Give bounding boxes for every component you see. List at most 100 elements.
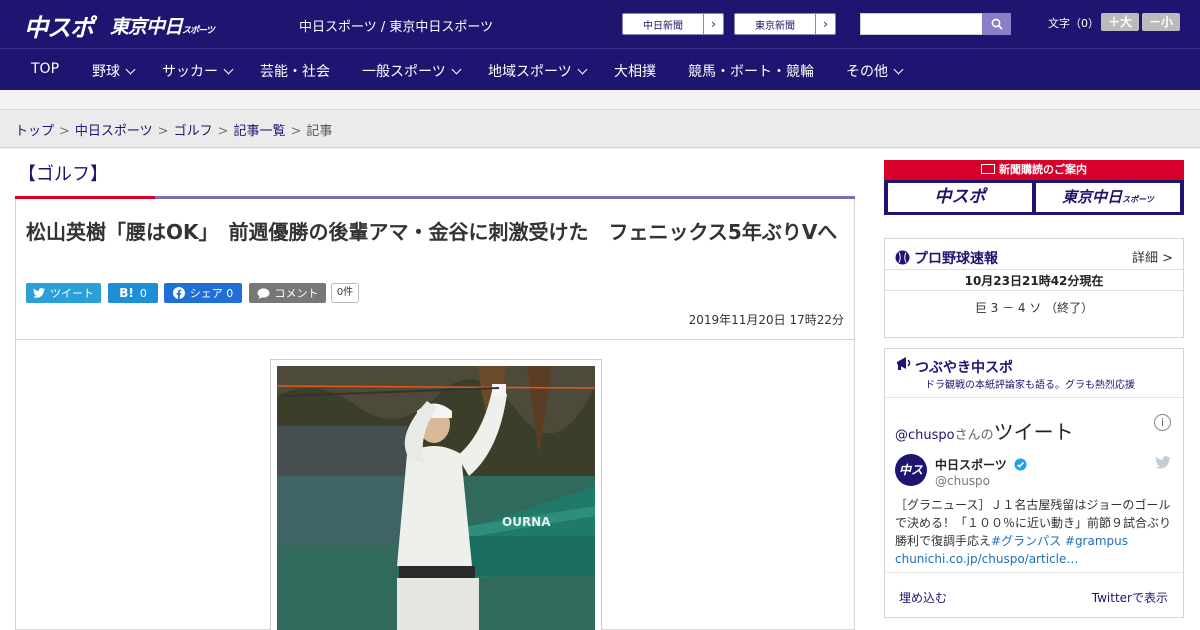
font-increase-button[interactable]: ＋大: [1101, 13, 1139, 31]
chevron-right-icon: ›: [703, 14, 723, 34]
nav-other[interactable]: その他: [846, 61, 904, 81]
breadcrumb-current: 記事: [306, 124, 333, 139]
subscribe-tokyo-main: 東京中日: [1062, 188, 1123, 206]
twitter-bird-icon: [33, 288, 45, 298]
tweet-button[interactable]: ツイート: [26, 283, 101, 303]
baseball-detail-link[interactable]: 詳細 >: [1132, 247, 1173, 266]
breadcrumb-article-list[interactable]: 記事一覧: [234, 124, 286, 139]
subscription-title: 新聞購読のご案内: [884, 160, 1184, 180]
breadcrumb-chuspo[interactable]: 中日スポーツ: [75, 124, 153, 139]
score-timestamp: 10月23日21時42分現在: [885, 269, 1183, 291]
tweet-link[interactable]: chunichi.co.jp/chuspo/article…: [895, 552, 1078, 566]
site-names: 中日スポーツ / 東京中日スポーツ: [299, 20, 494, 35]
nav-sumo[interactable]: 大相撲: [614, 61, 656, 81]
facebook-icon: [172, 287, 185, 299]
facebook-label: シェア: [189, 287, 223, 300]
breadcrumb-separator: >: [290, 124, 302, 139]
article-photo[interactable]: OP OURNA: [277, 366, 595, 630]
search-button[interactable]: [982, 13, 1011, 35]
comment-count: 0件: [331, 283, 359, 303]
tweet-account-name-text: 中日スポーツ: [935, 458, 1007, 472]
nav-label: 大相撲: [614, 64, 656, 80]
nav-soccer[interactable]: サッカー: [162, 61, 234, 81]
chevron-down-icon: [451, 64, 462, 75]
font-decrease-button[interactable]: －小: [1142, 13, 1180, 31]
tokyo-chunichi-logo[interactable]: 東京中日スポーツ: [110, 12, 215, 39]
tweet-account-id[interactable]: @chuspo: [935, 474, 990, 488]
tweets-card-title: つぶやき中スポ: [915, 360, 1013, 376]
font-size-label: 文字（0）: [1048, 17, 1099, 30]
timeline-footer: 埋め込む Twitterで表示: [885, 572, 1183, 617]
subscription-banner[interactable]: 新聞購読のご案内 中スポ 東京中日スポーツ: [884, 160, 1184, 215]
twitter-timeline: @chuspoさんのツイート i 中スポ 中日スポーツ @chuspo ［グラニ…: [885, 397, 1183, 574]
article-divider: [16, 339, 854, 340]
chunichi-shimbun-link[interactable]: 中日新聞 ›: [622, 13, 724, 35]
chevron-down-icon: [893, 64, 904, 75]
tokyo-logo-main: 東京中日: [110, 16, 183, 38]
subscribe-tokyo-chunichi-logo[interactable]: 東京中日スポーツ: [1036, 183, 1180, 212]
nav-local-sports[interactable]: 地域スポーツ: [488, 61, 588, 81]
twitter-bird-icon[interactable]: [1155, 456, 1171, 469]
search-input[interactable]: [860, 13, 983, 35]
megaphone-icon: [897, 357, 911, 370]
hatena-bookmark-button[interactable]: B! 0: [108, 283, 158, 303]
game-score[interactable]: 巨 3 － 4 ソ （終了）: [885, 299, 1183, 316]
comment-label: コメント: [274, 287, 319, 300]
nav-label: 芸能・社会: [260, 64, 330, 80]
facebook-count: 0: [226, 286, 234, 300]
subscribe-chuspo-logo[interactable]: 中スポ: [888, 183, 1032, 212]
tweet-text: ［グラニュース］Ｊ１名古屋残留はジョーのゴールで決める！「１００％に近い動き」前…: [895, 496, 1177, 568]
svg-text:OURNA: OURNA: [502, 515, 551, 529]
subscribe-tokyo-small: スポーツ: [1122, 195, 1154, 204]
comment-button[interactable]: コメント: [249, 283, 326, 303]
breadcrumb-separator: >: [157, 124, 169, 139]
facebook-share-button[interactable]: シェア 0: [164, 283, 242, 303]
nav-label: 野球: [92, 64, 120, 80]
nav-label: 競馬・ボート・競輪: [688, 64, 814, 80]
chevron-down-icon: [577, 64, 588, 75]
main-nav: TOP 野球 サッカー 芸能・社会 一般スポーツ 地域スポーツ 大相撲 競馬・ボ…: [0, 48, 1200, 90]
article-date: 2019年11月20日 17時22分: [688, 313, 844, 327]
view-on-twitter-link[interactable]: Twitterで表示: [1092, 589, 1168, 606]
hatena-count: 0: [139, 286, 147, 300]
newspaper-icon: [981, 164, 995, 174]
tweet-hashtags[interactable]: #グランパス #grampus: [991, 534, 1128, 548]
baseball-card-title: プロ野球速報: [914, 251, 998, 267]
breadcrumb-golf[interactable]: ゴルフ: [174, 124, 213, 139]
nav-entertainment[interactable]: 芸能・社会: [260, 61, 330, 81]
breadcrumb: トップ > 中日スポーツ > ゴルフ > 記事一覧 > 記事: [0, 111, 1200, 148]
baseball-score-card: プロ野球速報 詳細 > 10月23日21時42分現在 巨 3 － 4 ソ （終了…: [884, 238, 1184, 338]
tokyo-logo-small: スポーツ: [182, 26, 215, 36]
tweet-label: ツイート: [50, 287, 94, 300]
chevron-down-icon: [223, 64, 234, 75]
baseball-card-header: プロ野球速報: [895, 248, 998, 268]
chuspo-logo[interactable]: 中スポ: [24, 8, 94, 43]
nav-baseball[interactable]: 野球: [92, 61, 136, 81]
timeline-handle-suffix: さんの: [954, 428, 994, 443]
timeline-handle[interactable]: @chuspo: [895, 428, 955, 443]
info-icon[interactable]: i: [1154, 414, 1171, 431]
breadcrumb-separator: >: [59, 124, 70, 139]
tweet-account-name[interactable]: 中日スポーツ: [935, 456, 1027, 473]
comment-icon: [257, 287, 269, 299]
article-headline: 松山英樹「腰はOK」 前週優勝の後輩アマ・金谷に刺激受けた フェニックス5年ぶり…: [26, 220, 838, 244]
subscription-title-text: 新聞購読のご案内: [999, 163, 1087, 176]
nav-label: 地域スポーツ: [488, 64, 572, 80]
spacer-band: [0, 90, 1200, 110]
nav-top[interactable]: TOP: [31, 61, 59, 77]
avatar[interactable]: 中スポ: [895, 454, 927, 509]
nav-general-sports[interactable]: 一般スポーツ: [362, 61, 462, 81]
chunichi-shimbun-label: 中日新聞: [643, 21, 683, 32]
site-header: 中スポ 東京中日スポーツ 中日スポーツ / 東京中日スポーツ 中日新聞 › 東京…: [0, 0, 1200, 48]
nav-label: その他: [846, 64, 888, 80]
timeline-title: ツイート: [993, 420, 1074, 444]
embed-link[interactable]: 埋め込む: [899, 589, 947, 606]
golfer-photo-image: OP OURNA: [277, 366, 595, 630]
tokyo-shimbun-label: 東京新聞: [755, 21, 795, 32]
tokyo-shimbun-link[interactable]: 東京新聞 ›: [734, 13, 836, 35]
nav-racing[interactable]: 競馬・ボート・競輪: [688, 61, 814, 81]
search-icon: [991, 18, 1003, 30]
timeline-heading: @chuspoさんのツイート: [895, 416, 1074, 445]
baseball-icon: [895, 250, 910, 265]
breadcrumb-top[interactable]: トップ: [15, 124, 54, 139]
